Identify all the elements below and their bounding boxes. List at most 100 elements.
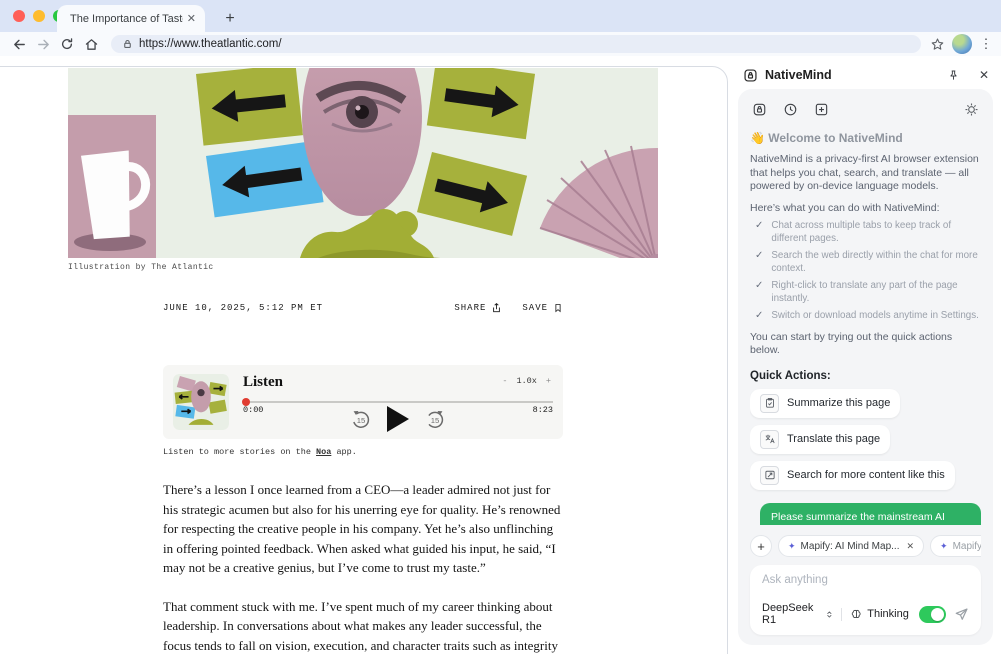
audio-thumbnail xyxy=(173,374,229,430)
capability-text: Switch or download models anytime in Set… xyxy=(771,310,978,323)
bookmark-star-icon[interactable] xyxy=(930,37,945,52)
minimize-window-button[interactable] xyxy=(33,10,45,22)
toggle-knob xyxy=(931,608,944,621)
check-icon: ✓ xyxy=(755,310,763,323)
brain-icon xyxy=(850,608,863,621)
capability-text: Search the web directly within the chat … xyxy=(771,250,981,275)
capability-item: ✓ Chat across multiple tabs to keep track… xyxy=(750,220,981,245)
chip-label: Mapify: AI Mind Map... xyxy=(801,541,900,552)
search-similar-content-button[interactable]: Search for more content like this xyxy=(750,461,955,490)
bookmark-icon xyxy=(553,302,563,314)
capability-item: ✓Right-click to translate any part of th… xyxy=(750,280,981,305)
welcome-heading: 👋 Welcome to NativeMind xyxy=(750,131,981,145)
thinking-label: Thinking xyxy=(867,608,909,620)
skip-back-15-button[interactable]: 15 xyxy=(350,408,372,430)
nativemind-sidebar: NativeMind ✕ xyxy=(731,56,1001,654)
speed-value[interactable]: 1.0x xyxy=(516,376,536,386)
image-caption: Illustration by The Atlantic xyxy=(68,263,658,272)
svg-text:15: 15 xyxy=(431,416,440,425)
listen-note: Listen to more stories on the Noa app. xyxy=(163,447,563,457)
quick-action-label: Summarize this page xyxy=(787,397,890,409)
thinking-toggle[interactable] xyxy=(919,606,946,623)
sparkle-icon: ✦ xyxy=(940,541,948,552)
audio-progress-bar[interactable] xyxy=(243,401,553,403)
speed-decrease-button[interactable]: - xyxy=(502,376,507,386)
close-window-button[interactable] xyxy=(13,10,25,22)
history-icon[interactable] xyxy=(783,102,798,117)
share-button[interactable]: SHARE xyxy=(454,302,502,314)
settings-gear-icon[interactable] xyxy=(964,102,979,117)
capability-item: ✓ Switch or download models anytime in Se… xyxy=(750,310,981,323)
paragraph: There’s a lesson I once learned from a C… xyxy=(163,480,563,578)
capability-item: ✓ Search the web directly within the chat… xyxy=(750,250,981,275)
capability-text: Right-click to translate any part of the… xyxy=(771,280,981,305)
capability-text: Chat across multiple tabs to keep track … xyxy=(771,220,981,245)
chip-close-icon[interactable]: ✕ xyxy=(906,541,914,552)
play-button[interactable] xyxy=(387,406,409,432)
chevron-up-down-icon xyxy=(825,609,834,620)
url-bar[interactable]: https://www.theatlantic.com/ xyxy=(111,35,921,53)
article: Illustration by The Atlantic JUNE 10, 20… xyxy=(68,68,658,654)
browser-toolbar: https://www.theatlantic.com/ ⋮ xyxy=(0,32,1001,56)
forward-icon[interactable] xyxy=(32,34,54,54)
share-icon xyxy=(491,302,502,314)
audio-player: Listen - 1.0x + 0:00 8:23 xyxy=(163,365,563,439)
nativemind-logo-icon xyxy=(743,68,758,83)
private-model-icon[interactable] xyxy=(752,102,767,117)
context-chip-mapify[interactable]: ✦ Mapify: AI Mind Map... ✕ xyxy=(778,535,924,557)
arrow-left-olive-graphic xyxy=(196,68,303,146)
input-controls: DeepSeek R1 Thinking xyxy=(762,586,969,626)
article-body: There’s a lesson I once learned from a C… xyxy=(163,480,563,654)
pin-icon[interactable] xyxy=(947,69,960,82)
browser-menu-icon[interactable]: ⋮ xyxy=(979,36,993,52)
check-icon: ✓ xyxy=(755,220,763,245)
playback-speed-control: - 1.0x + xyxy=(502,376,551,386)
back-icon[interactable] xyxy=(8,34,30,54)
profile-avatar[interactable] xyxy=(952,34,972,54)
speed-increase-button[interactable]: + xyxy=(546,376,551,386)
quick-actions-heading: Quick Actions: xyxy=(750,370,981,382)
send-icon[interactable] xyxy=(954,607,969,622)
start-hint: You can start by trying out the quick ac… xyxy=(750,331,981,358)
user-message-bubble: Please summarize the mainstream AI LLMs … xyxy=(760,503,981,526)
quick-action-label: Search for more content like this xyxy=(787,469,945,481)
article-actions: SHARE SAVE xyxy=(454,302,563,314)
save-button[interactable]: SAVE xyxy=(522,302,563,314)
summarize-page-button[interactable]: Summarize this page xyxy=(750,389,900,418)
divider xyxy=(841,608,842,621)
paragraph: That comment stuck with me. I’ve spent m… xyxy=(163,597,563,654)
chat-panel: 👋 Welcome to NativeMind NativeMind is a … xyxy=(738,89,993,645)
check-icon: ✓ xyxy=(755,250,763,275)
reload-icon[interactable] xyxy=(56,34,78,54)
skip-forward-15-button[interactable]: 15 xyxy=(424,408,446,430)
translate-page-button[interactable]: Translate this page xyxy=(750,425,890,454)
sidebar-close-icon[interactable]: ✕ xyxy=(979,68,989,82)
sparkle-icon: ✦ xyxy=(788,541,796,552)
mug-graphic xyxy=(68,115,156,258)
capabilities-heading: Here’s what you can do with NativeMind: xyxy=(750,202,981,216)
add-context-button[interactable]: + xyxy=(750,535,772,557)
tab-title: The Importance of Taste in th xyxy=(70,13,183,25)
toolbar-right: ⋮ xyxy=(930,34,993,54)
new-tab-button[interactable]: + xyxy=(218,7,242,31)
article-date: JUNE 10, 2025, 5:12 PM ET xyxy=(163,303,323,313)
body-area: Illustration by The Atlantic JUNE 10, 20… xyxy=(0,56,1001,654)
hero-illustration xyxy=(68,68,658,258)
search-content-icon xyxy=(760,466,779,485)
chat-scroll-area: 👋 Welcome to NativeMind NativeMind is a … xyxy=(750,123,981,525)
noa-app-link[interactable]: Noa xyxy=(316,447,331,457)
share-label: SHARE xyxy=(454,303,486,313)
chat-input[interactable] xyxy=(762,574,969,586)
tab-strip: The Importance of Taste in th ✕ + xyxy=(0,0,1001,32)
browser-tab[interactable]: The Importance of Taste in th ✕ xyxy=(57,5,205,32)
model-selector[interactable]: DeepSeek R1 xyxy=(762,602,833,626)
new-chat-icon[interactable] xyxy=(814,102,829,117)
context-chip-mapify-2[interactable]: ✦ Mapify: AI Mind xyxy=(930,535,981,557)
user-message-row: Please summarize the mainstream AI LLMs … xyxy=(750,503,981,526)
model-name: DeepSeek R1 xyxy=(762,602,822,626)
listen-note-text: Listen to more stories on the xyxy=(163,447,316,457)
translate-icon xyxy=(760,430,779,449)
tab-close-icon[interactable]: ✕ xyxy=(187,12,196,25)
home-icon[interactable] xyxy=(80,34,102,54)
save-label: SAVE xyxy=(522,303,548,313)
